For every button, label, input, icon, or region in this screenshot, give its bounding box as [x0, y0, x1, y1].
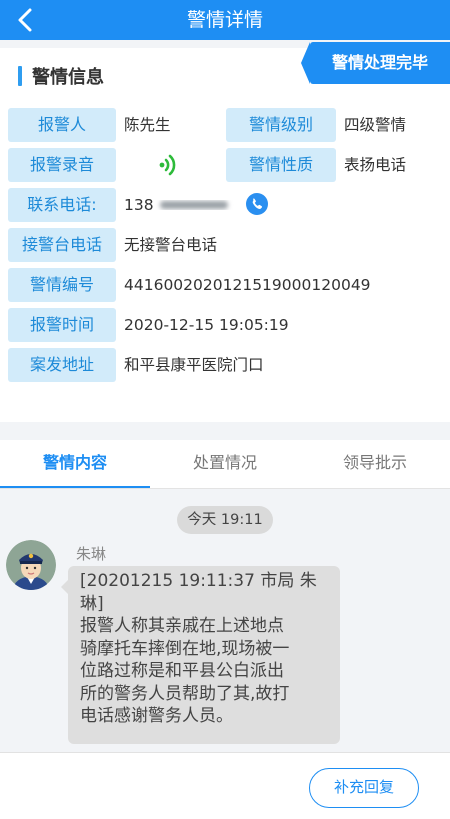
message-sender: 朱琳	[76, 545, 107, 563]
message-time-badge: 今天 19:11	[177, 506, 273, 534]
desk-phone-label: 接警台电话	[8, 228, 116, 262]
address-label: 案发地址	[8, 348, 116, 382]
tab-bar: 警情内容 处置情况 领导批示	[0, 440, 450, 488]
level-value: 四级警情	[344, 116, 407, 134]
section-title: 警情信息	[18, 64, 104, 88]
message-line: 位路过称是和平县公白派出	[80, 661, 284, 681]
nature-label: 警情性质	[226, 148, 336, 182]
status-badge: 警情处理完毕	[301, 42, 450, 84]
message-bubble: [20201215 19:11:37 市局 朱 琳] 报警人称其亲戚在上述地点 …	[61, 566, 340, 744]
message-line: [20201215 19:11:37 市局 朱	[80, 571, 317, 591]
report-time-label: 报警时间	[8, 308, 116, 342]
message-line: 报警人称其亲戚在上述地点	[80, 616, 284, 636]
add-reply-button[interactable]: 补充回复	[309, 768, 419, 808]
phone-label: 联系电话:	[8, 188, 116, 222]
tab-handling-status[interactable]: 处置情况	[150, 440, 300, 488]
recording-label: 报警录音	[8, 148, 116, 182]
sound-wave-icon[interactable]	[157, 152, 183, 178]
phone-call-icon[interactable]	[246, 193, 268, 215]
reporter-label: 报警人	[8, 108, 116, 142]
level-label: 警情级别	[226, 108, 336, 142]
app-header: 警情详情	[0, 0, 450, 40]
reporter-value: 陈先生	[124, 116, 171, 134]
section-title-bar	[18, 66, 22, 86]
phone-number-blur	[154, 196, 234, 214]
avatar	[6, 540, 56, 590]
tab-leader-instructions[interactable]: 领导批示	[300, 440, 450, 488]
nature-value: 表扬电话	[344, 156, 407, 174]
case-no-value: 44160020201215190001200​49	[124, 276, 371, 294]
desk-phone-value: 无接警台电话	[124, 236, 218, 254]
message-line: 所的警务人员帮助了其,故打	[80, 683, 290, 704]
message-line: 骑摩托车摔倒在地,现场被一	[80, 638, 290, 659]
case-no-label: 警情编号	[8, 268, 116, 302]
phone-value: 138	[124, 196, 154, 214]
tab-alert-content[interactable]: 警情内容	[0, 440, 150, 488]
message-line: 电话感谢警务人员。	[80, 706, 233, 726]
message-line: 琳]	[80, 593, 104, 614]
report-time-value: 2020-12-15 19:05:19	[124, 316, 289, 334]
page-title: 警情详情	[186, 9, 263, 31]
section-title-text: 警情信息	[32, 67, 104, 88]
address-value: 和平县康平医院门口	[124, 356, 264, 374]
